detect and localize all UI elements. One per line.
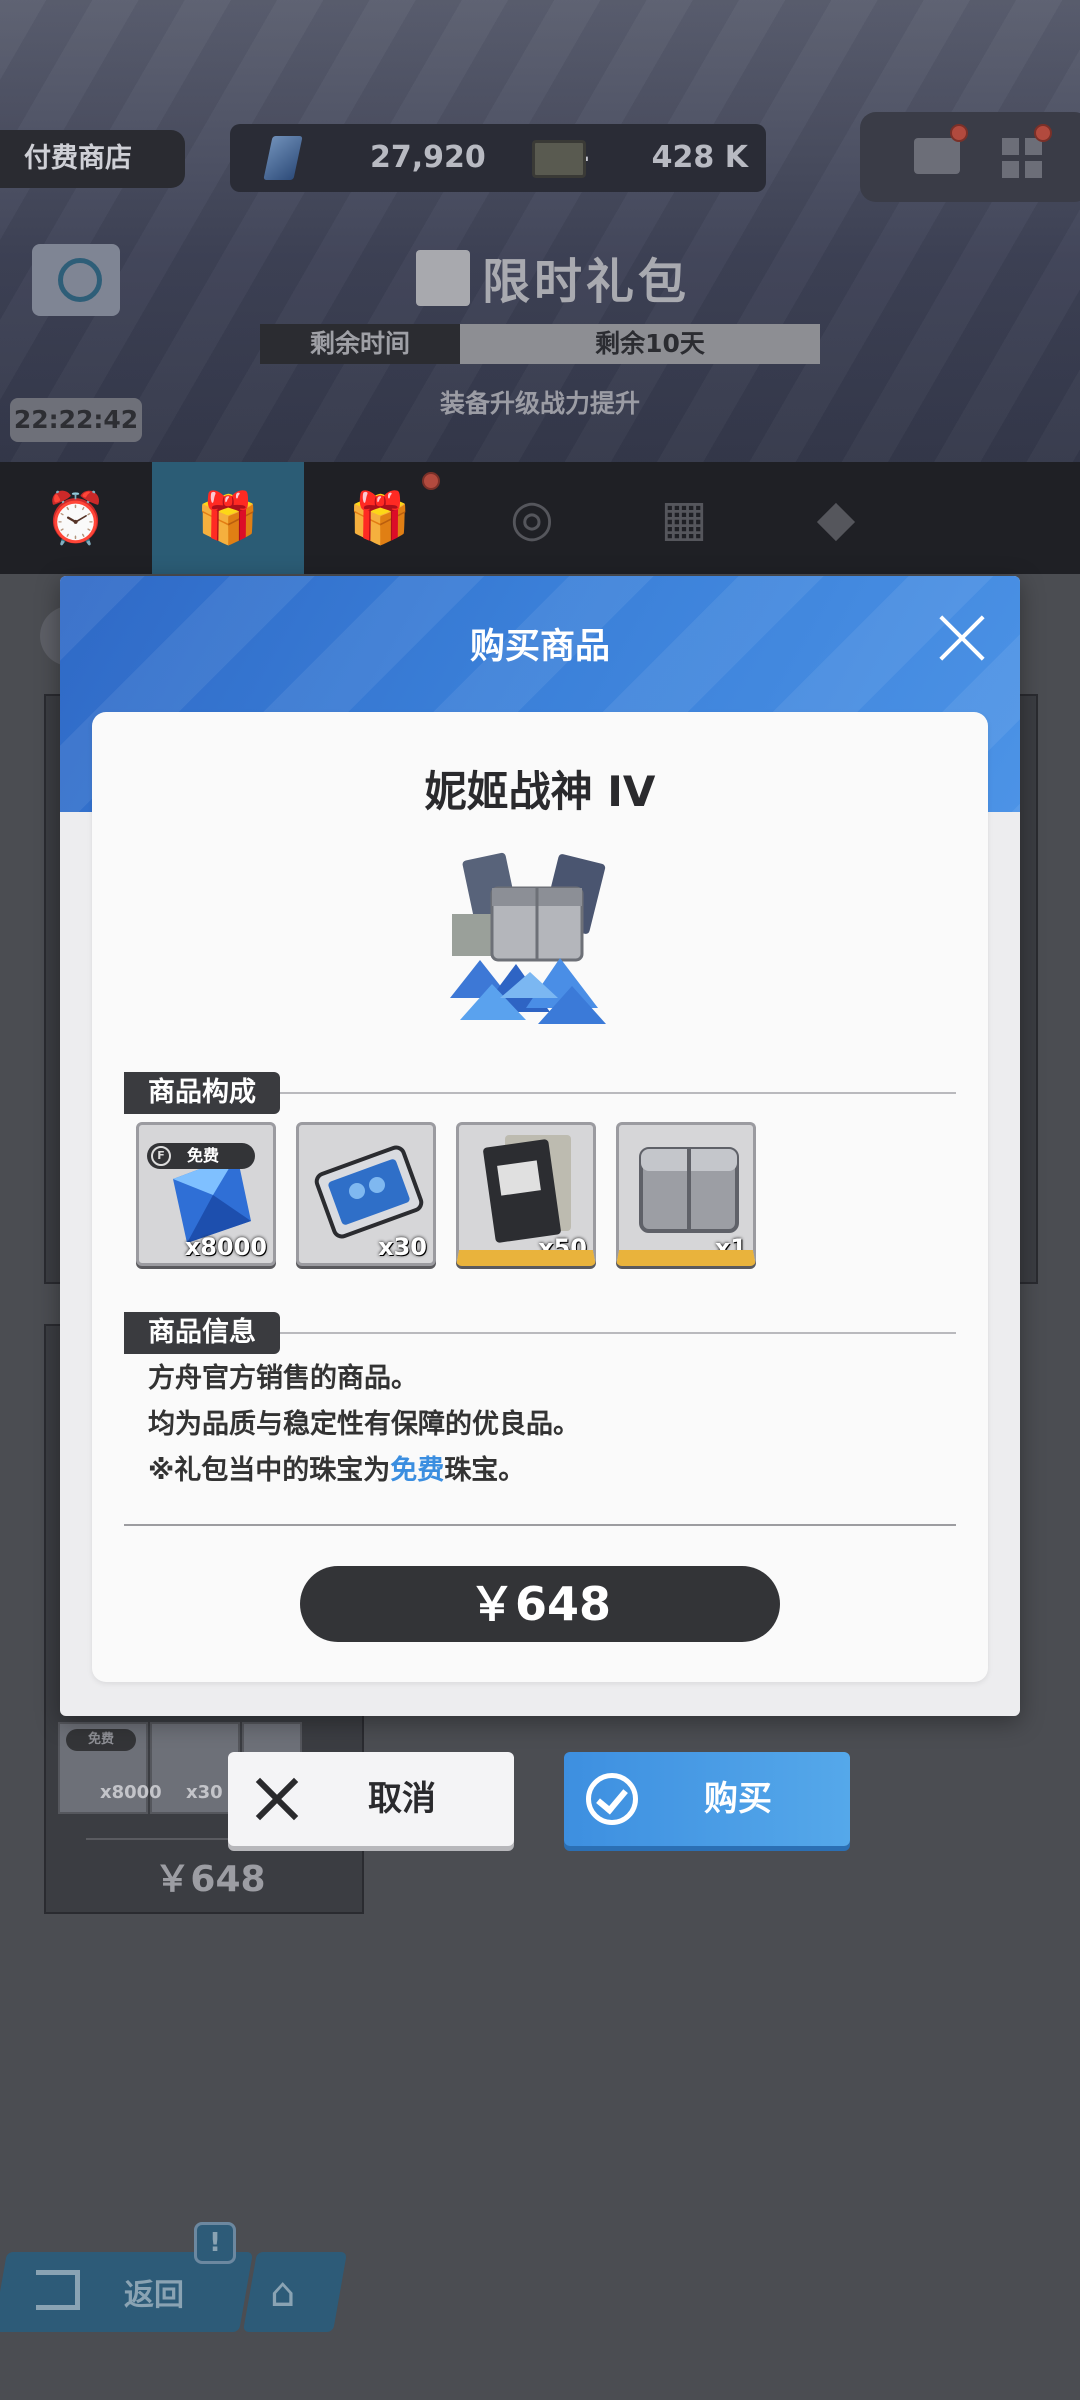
- close-icon[interactable]: [936, 612, 988, 664]
- check-circle-icon: [586, 1773, 638, 1825]
- info-line-2: 均为品质与稳定性有保障的优良品。: [148, 1409, 580, 1440]
- free-highlight: 免费: [390, 1455, 445, 1486]
- purchase-dialog: 购买商品 妮姬战神 IV 商品构成 F 免费 x8000 x30 x50 x1 …: [60, 576, 1020, 1716]
- composition-divider: [280, 1092, 956, 1094]
- free-badge-icon: F: [151, 1146, 171, 1166]
- info-divider: [280, 1332, 956, 1334]
- price-display: ￥648: [300, 1566, 780, 1642]
- item-quantity: x8000: [184, 1233, 267, 1261]
- info-line-3-prefix: ※礼包当中的珠宝为: [148, 1455, 391, 1486]
- item-quantity: x50: [538, 1234, 587, 1262]
- item-books[interactable]: x50: [456, 1122, 596, 1266]
- info-line-3: ※礼包当中的珠宝为免费珠宝。: [148, 1448, 525, 1487]
- free-badge: F 免费: [147, 1143, 255, 1169]
- composition-section-label: 商品构成: [124, 1072, 280, 1114]
- item-quantity: x1: [714, 1234, 747, 1262]
- item-quantity: x30: [378, 1233, 427, 1261]
- dialog-title: 购买商品: [469, 627, 610, 667]
- price-divider: [124, 1524, 956, 1526]
- buy-label: 购买: [704, 1779, 772, 1819]
- info-line-1: 方舟官方销售的商品。: [148, 1363, 418, 1394]
- item-box[interactable]: x1: [616, 1122, 756, 1266]
- product-name: 妮姬战神 IV: [424, 767, 656, 816]
- product-bundle-image: [450, 852, 606, 1024]
- close-icon: [256, 1778, 298, 1820]
- cancel-button[interactable]: 取消: [228, 1752, 514, 1846]
- product-card: 妮姬战神 IV 商品构成 F 免费 x8000 x30 x50 x1 商品信息 …: [92, 712, 988, 1682]
- info-section-label: 商品信息: [124, 1312, 280, 1354]
- free-badge-label: 免费: [187, 1146, 220, 1165]
- cancel-label: 取消: [368, 1779, 436, 1819]
- item-gems[interactable]: F 免费 x8000: [136, 1122, 276, 1266]
- item-cards[interactable]: x30: [296, 1122, 436, 1266]
- info-line-3-suffix: 珠宝。: [444, 1455, 526, 1486]
- buy-button[interactable]: 购买: [564, 1752, 850, 1846]
